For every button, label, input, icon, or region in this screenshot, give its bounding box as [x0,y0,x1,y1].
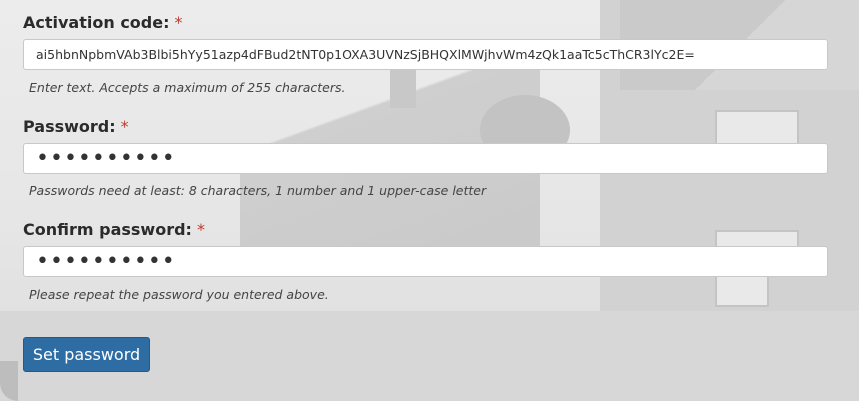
set-password-form: Activation code: * ai5hbnNpbmVAb3Blbi5hYy… [0,0,859,401]
confirm-password-label: Confirm password: * [23,220,205,239]
password-label: Password: * [23,117,129,136]
required-marker: * [174,13,183,32]
set-password-button[interactable]: Set password [23,337,150,372]
activation-code-value: ai5hbnNpbmVAb3Blbi5hYy51azp4dFBud2tNT0p1… [36,47,695,62]
password-help: Passwords need at least: 8 characters, 1… [29,183,487,198]
confirm-password-help: Please repeat the password you entered a… [29,287,329,302]
confirm-password-masked-value: •••••••••• [36,248,176,274]
password-input[interactable]: •••••••••• [23,143,828,174]
activation-code-input[interactable]: ai5hbnNpbmVAb3Blbi5hYy51azp4dFBud2tNT0p1… [23,39,828,70]
activation-code-label: Activation code: * [23,13,183,32]
password-masked-value: •••••••••• [36,145,176,171]
required-marker: * [196,220,205,239]
confirm-password-input[interactable]: •••••••••• [23,246,828,277]
required-marker: * [120,117,129,136]
activation-code-help: Enter text. Accepts a maximum of 255 cha… [29,80,346,95]
